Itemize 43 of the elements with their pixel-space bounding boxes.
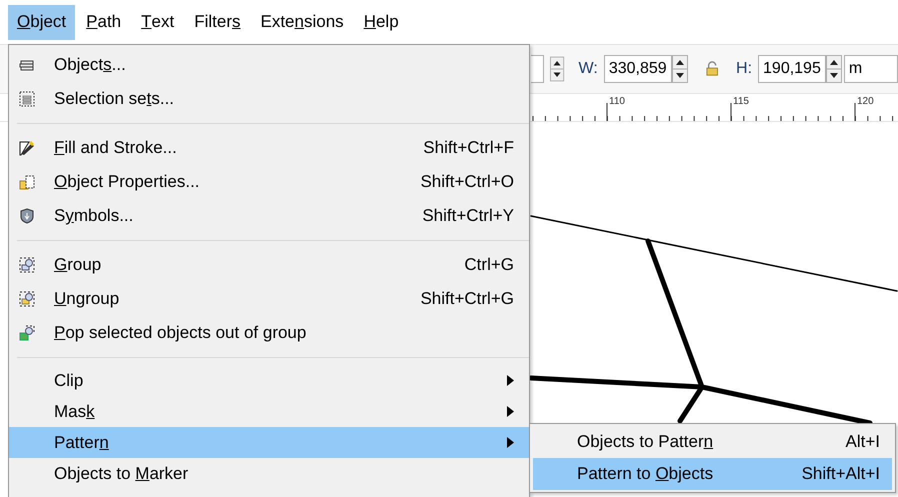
ruler-label: 115 [733,96,749,107]
menu-item[interactable]: Pop selected objects out of group [9,316,529,350]
ruler-label: 120 [857,96,874,107]
shortcut-text: Shift+Ctrl+F [423,138,514,158]
width-field[interactable]: 330,859 [604,55,672,83]
spinner-button[interactable] [672,55,688,83]
lock-icon[interactable] [706,61,718,77]
unit-dropdown[interactable]: m [844,55,898,83]
submenu-arrow-icon [507,375,514,386]
number-field[interactable] [531,55,544,83]
menu-bar-item[interactable]: Object [8,4,76,40]
shortcut-text: Shift+Ctrl+O [420,172,514,192]
shortcut-text: Alt+I [846,432,880,452]
ruler-label: 110 [609,96,625,107]
menu-item[interactable]: Group Ctrl+G [9,248,529,282]
menu-item[interactable]: Mask [9,396,529,427]
height-label: H: [736,60,752,78]
menu-bar-item[interactable]: Text [132,4,184,40]
shortcut-text: Shift+Ctrl+Y [422,206,514,226]
menu-item[interactable]: Fill and Stroke... Shift+Ctrl+F [9,131,529,165]
menu-item[interactable]: Ungroup Shift+Ctrl+G [9,282,529,316]
menu-bar-item[interactable]: Path [77,4,130,40]
spinner-button[interactable] [550,55,565,83]
menu-item[interactable]: Pattern [9,427,529,458]
height-field[interactable]: 190,195 [758,55,826,83]
menu-item[interactable]: Symbols... Shift+Ctrl+Y [9,199,529,233]
menu-item[interactable]: Objects to Marker [9,458,529,489]
spinner-button[interactable] [826,55,842,83]
menu-bar-item[interactable]: Filters [185,4,250,40]
menu-bar-item[interactable]: Help [354,4,408,40]
menu-item[interactable]: Selection sets... [9,82,529,116]
menu-item[interactable]: Clip [9,365,529,396]
submenu-arrow-icon [507,437,514,448]
submenu-arrow-icon [507,406,514,417]
shortcut-text: Shift+Alt+I [802,464,880,484]
shortcut-text: Ctrl+G [464,255,514,275]
width-label: W: [578,60,598,78]
menu-bar-item[interactable]: Extensions [252,4,353,40]
menu-item[interactable]: Objects to Pattern Alt+I [533,426,892,458]
menu-item[interactable]: Objects... [9,48,529,82]
menu-item[interactable]: Pattern to Objects Shift+Alt+I [533,458,892,490]
shortcut-text: Shift+Ctrl+G [420,289,514,309]
menu-item[interactable]: Object Properties... Shift+Ctrl+O [9,165,529,199]
